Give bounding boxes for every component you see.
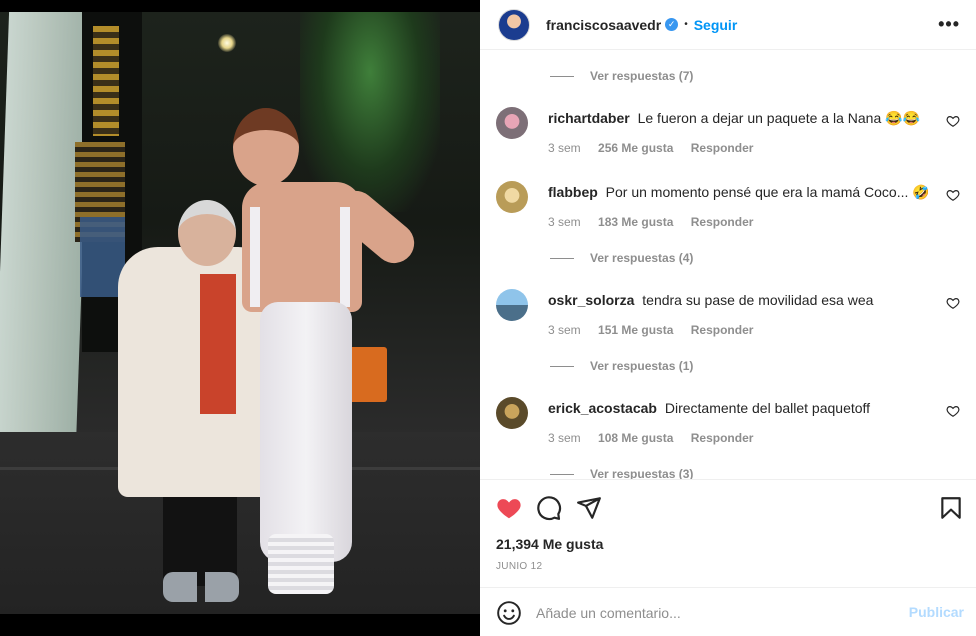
comment-likes[interactable]: 183 Me gusta xyxy=(598,215,673,229)
reply-button[interactable]: Responder xyxy=(691,431,754,445)
comment-text: Directamente del ballet paquetoff xyxy=(664,400,871,416)
comment-input[interactable] xyxy=(536,604,896,621)
avatar[interactable] xyxy=(498,8,530,41)
reply-button[interactable]: Responder xyxy=(691,215,754,229)
comment-username[interactable]: erick_acostacab xyxy=(548,400,657,416)
view-replies-label: Ver respuestas (7) xyxy=(590,69,694,83)
comment-time[interactable]: 3 sem xyxy=(548,323,581,337)
comment-username[interactable]: oskr_solorza xyxy=(548,292,634,308)
post-photo[interactable] xyxy=(0,12,480,614)
comment-likes[interactable]: 151 Me gusta xyxy=(598,323,673,337)
view-replies-button[interactable]: Ver respuestas (7) xyxy=(550,69,693,83)
comment-text: Por un momento pensé que era la mamá Coc… xyxy=(605,184,928,200)
comment-time[interactable]: 3 sem xyxy=(548,141,581,155)
comment-item: oskr_solorza tendra su pase de movilidad… xyxy=(496,289,960,339)
avatar[interactable] xyxy=(496,289,528,321)
avatar[interactable] xyxy=(496,107,528,139)
reply-button[interactable]: Responder xyxy=(691,323,754,337)
follow-button[interactable]: Seguir xyxy=(694,17,738,33)
post-actions: 21,394 Me gusta JUNIO 12 Publicar xyxy=(480,479,976,636)
publish-button[interactable]: Publicar xyxy=(909,604,964,620)
comment-time[interactable]: 3 sem xyxy=(548,215,581,229)
comment-icon[interactable] xyxy=(536,495,562,521)
comment-text: Le fueron a dejar un paquete a la Nana 😂… xyxy=(637,110,920,126)
bookmark-icon[interactable] xyxy=(938,495,964,521)
post-side-panel: franciscosaavedr ✓ • Seguir ••• Ver resp… xyxy=(480,0,976,636)
heart-icon[interactable] xyxy=(946,114,960,128)
comment-likes[interactable]: 108 Me gusta xyxy=(598,431,673,445)
send-icon[interactable] xyxy=(576,495,602,521)
view-replies-button[interactable]: Ver respuestas (3) xyxy=(550,467,693,479)
reply-button[interactable]: Responder xyxy=(691,141,754,155)
post-date[interactable]: JUNIO 12 xyxy=(496,561,542,572)
avatar[interactable] xyxy=(496,397,528,429)
view-replies-label: Ver respuestas (4) xyxy=(590,251,694,265)
add-comment-bar: Publicar xyxy=(480,587,976,636)
more-horizontal-icon[interactable]: ••• xyxy=(938,14,960,35)
view-replies-button[interactable]: Ver respuestas (4) xyxy=(550,251,693,265)
heart-filled-icon[interactable] xyxy=(496,495,522,521)
comment-item: erick_acostacab Directamente del ballet … xyxy=(496,397,960,447)
header-username[interactable]: franciscosaavedr xyxy=(546,17,661,33)
emoji-icon[interactable] xyxy=(496,600,522,626)
heart-icon[interactable] xyxy=(946,296,960,310)
view-replies-label: Ver respuestas (3) xyxy=(590,467,694,479)
comment-item: flabbep Por un momento pensé que era la … xyxy=(496,181,960,231)
comment-item: richartdaber Le fueron a dejar un paquet… xyxy=(496,107,960,157)
comment-username[interactable]: flabbep xyxy=(548,184,598,200)
heart-icon[interactable] xyxy=(946,404,960,418)
post-photo-panel xyxy=(0,0,480,636)
dot-separator: • xyxy=(684,19,688,30)
comment-time[interactable]: 3 sem xyxy=(548,431,581,445)
view-replies-button[interactable]: Ver respuestas (1) xyxy=(550,359,693,373)
check-badge-icon: ✓ xyxy=(665,18,679,31)
heart-icon[interactable] xyxy=(946,188,960,202)
comments-list[interactable]: Ver respuestas (7) richartdaber Le fuero… xyxy=(480,51,976,479)
comment-text: tendra su pase de movilidad esa wea xyxy=(642,292,874,308)
likes-count[interactable]: 21,394 Me gusta xyxy=(496,536,603,552)
avatar[interactable] xyxy=(496,181,528,213)
post-header: franciscosaavedr ✓ • Seguir ••• xyxy=(480,0,976,50)
view-replies-label: Ver respuestas (1) xyxy=(590,359,694,373)
comment-username[interactable]: richartdaber xyxy=(548,110,630,126)
comment-likes[interactable]: 256 Me gusta xyxy=(598,141,673,155)
